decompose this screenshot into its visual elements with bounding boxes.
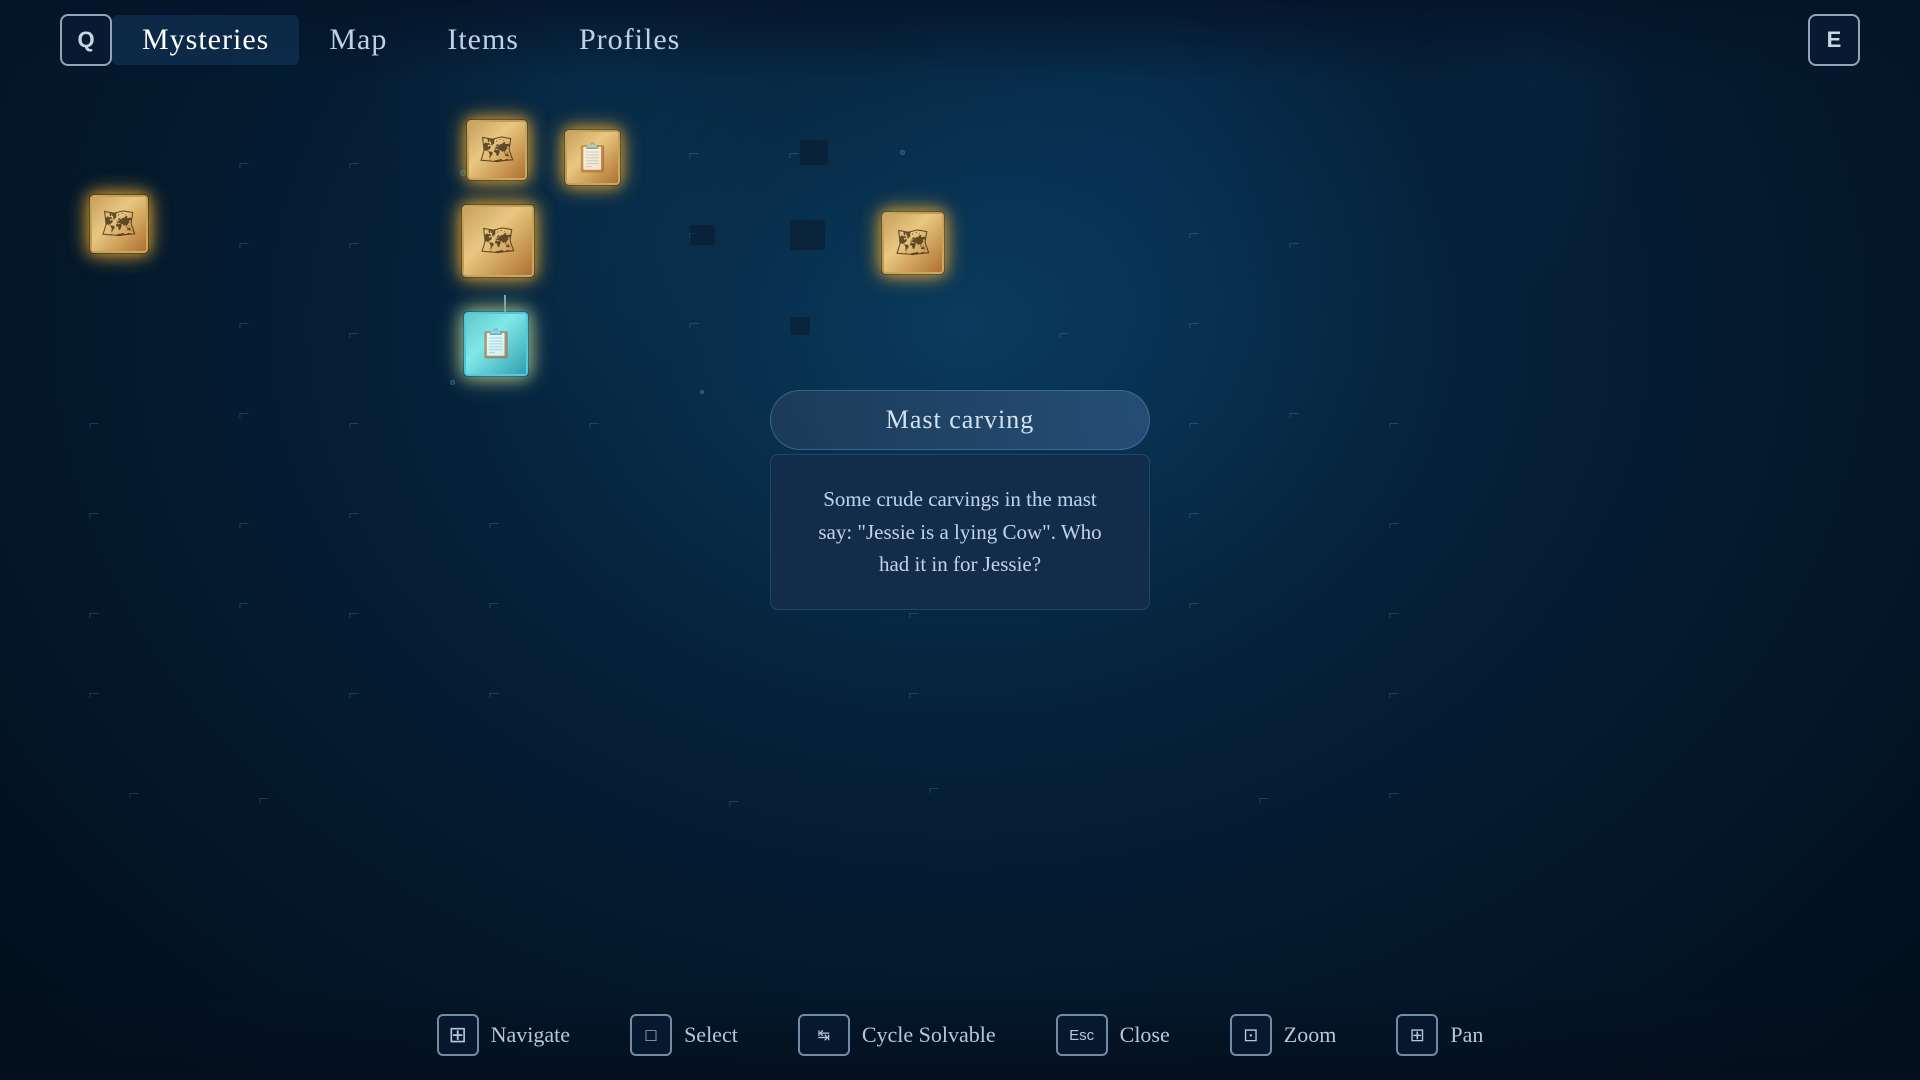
grid-dot: ⌐ — [1250, 785, 1278, 813]
grid-dot: ⌐ — [340, 230, 368, 258]
grid-dot: ⌐ — [900, 680, 928, 708]
grid-dot: ⌐ — [1380, 680, 1408, 708]
grid-dot: ⌐ — [580, 410, 608, 438]
grid-dot: ⌐ — [1380, 510, 1408, 538]
action-select[interactable]: □ Select — [630, 1014, 738, 1056]
clue-icon-6: 📋 — [479, 327, 514, 361]
grid-dot: ⌐ — [1380, 780, 1408, 808]
grid-dot: ⌐ — [340, 600, 368, 628]
grid-dot: ⌐ — [230, 400, 258, 428]
grid-dot: ⌐ — [480, 680, 508, 708]
action-zoom[interactable]: ⊡ Zoom — [1230, 1014, 1337, 1056]
grid-dot: ⌐ — [80, 600, 108, 628]
grid-dot: ⌐ — [1280, 230, 1308, 258]
grid-dot: ⌐ — [1180, 410, 1208, 438]
header-nav: Q Mysteries Map Items Profiles E — [0, 0, 1920, 80]
zoom-icon: ⊡ — [1230, 1014, 1272, 1056]
dark-square — [790, 220, 825, 250]
cycle-icon: ↹ — [798, 1014, 850, 1056]
clue-card-5[interactable]: 🗺 — [882, 212, 944, 274]
clue-card-1[interactable]: 🗺 — [467, 120, 527, 180]
close-label: Close — [1120, 1022, 1170, 1048]
grid-dot: ⌐ — [340, 680, 368, 708]
grid-dot: ⌐ — [230, 310, 258, 338]
tab-profiles[interactable]: Profiles — [549, 15, 710, 65]
dark-square — [800, 140, 828, 165]
grid-dot: ⌐ — [1180, 590, 1208, 618]
bubble — [450, 380, 455, 385]
pan-label: Pan — [1450, 1022, 1483, 1048]
bubble — [700, 390, 704, 394]
tooltip-container: Mast carving Some crude carvings in the … — [770, 390, 1150, 610]
dark-square — [790, 317, 810, 335]
clue-icon-3: 🗺 — [101, 207, 137, 241]
grid-dot: ⌐ — [480, 510, 508, 538]
pan-icon: ⊞ — [1396, 1014, 1438, 1056]
navigate-label: Navigate — [491, 1022, 570, 1048]
select-label: Select — [684, 1022, 738, 1048]
grid-dot: ⌐ — [340, 410, 368, 438]
dark-square — [690, 225, 715, 245]
cycle-label: Cycle Solvable — [862, 1022, 996, 1048]
navigate-icon: ⊞ — [437, 1014, 479, 1056]
grid-dot: ⌐ — [920, 775, 948, 803]
key-q-button[interactable]: Q — [60, 14, 112, 66]
action-navigate[interactable]: ⊞ Navigate — [437, 1014, 570, 1056]
close-icon: Esc — [1056, 1014, 1108, 1056]
tab-mysteries[interactable]: Mysteries — [112, 15, 299, 65]
grid-dot: ⌐ — [230, 510, 258, 538]
grid-dot: ⌐ — [120, 780, 148, 808]
grid-dot: ⌐ — [340, 150, 368, 178]
grid-dot: ⌐ — [680, 140, 708, 168]
grid-dot: ⌐ — [230, 150, 258, 178]
grid-dot: ⌐ — [340, 500, 368, 528]
grid-dot: ⌐ — [680, 310, 708, 338]
grid-dot: ⌐ — [1180, 220, 1208, 248]
grid-dot: ⌐ — [1380, 410, 1408, 438]
zoom-label: Zoom — [1284, 1022, 1337, 1048]
grid-dot: ⌐ — [80, 500, 108, 528]
grid-dot: ⌐ — [80, 680, 108, 708]
grid-dot: ⌐ — [720, 788, 748, 816]
tab-items[interactable]: Items — [417, 15, 549, 65]
grid-dot: ⌐ — [1380, 600, 1408, 628]
grid-dot: ⌐ — [1180, 310, 1208, 338]
action-cycle[interactable]: ↹ Cycle Solvable — [798, 1014, 996, 1056]
clue-card-3[interactable]: 🗺 — [90, 195, 148, 253]
clue-card-6[interactable]: 📋 — [464, 312, 528, 376]
grid-dot: ⌐ — [80, 410, 108, 438]
clue-icon-1: 🗺 — [479, 133, 515, 167]
grid-dot: ⌐ — [1050, 320, 1078, 348]
tooltip-body: Some crude carvings in the mast say: "Je… — [770, 454, 1150, 610]
clue-card-4[interactable]: 🗺 — [462, 205, 534, 277]
tab-map[interactable]: Map — [299, 15, 417, 65]
grid-dot: ⌐ — [340, 320, 368, 348]
tooltip-title: Mast carving — [770, 390, 1150, 450]
game-container: Q Mysteries Map Items Profiles E ⌐ ⌐ ⌐ ⌐… — [0, 0, 1920, 1080]
grid-dot: ⌐ — [480, 590, 508, 618]
bubble — [900, 150, 905, 155]
grid-dot: ⌐ — [230, 230, 258, 258]
bottom-bar: ⊞ Navigate □ Select ↹ Cycle Solvable Esc… — [0, 990, 1920, 1080]
clue-card-2[interactable]: 📋 — [565, 130, 620, 185]
clue-icon-2: 📋 — [575, 141, 610, 175]
clue-icon-5: 🗺 — [895, 226, 931, 260]
select-icon: □ — [630, 1014, 672, 1056]
clue-icon-4: 🗺 — [480, 224, 516, 258]
grid-dot: ⌐ — [230, 590, 258, 618]
key-e-button[interactable]: E — [1808, 14, 1860, 66]
grid-dot: ⌐ — [1180, 500, 1208, 528]
grid-dot: ⌐ — [250, 785, 278, 813]
action-pan[interactable]: ⊞ Pan — [1396, 1014, 1483, 1056]
action-close[interactable]: Esc Close — [1056, 1014, 1170, 1056]
grid-dot: ⌐ — [1280, 400, 1308, 428]
